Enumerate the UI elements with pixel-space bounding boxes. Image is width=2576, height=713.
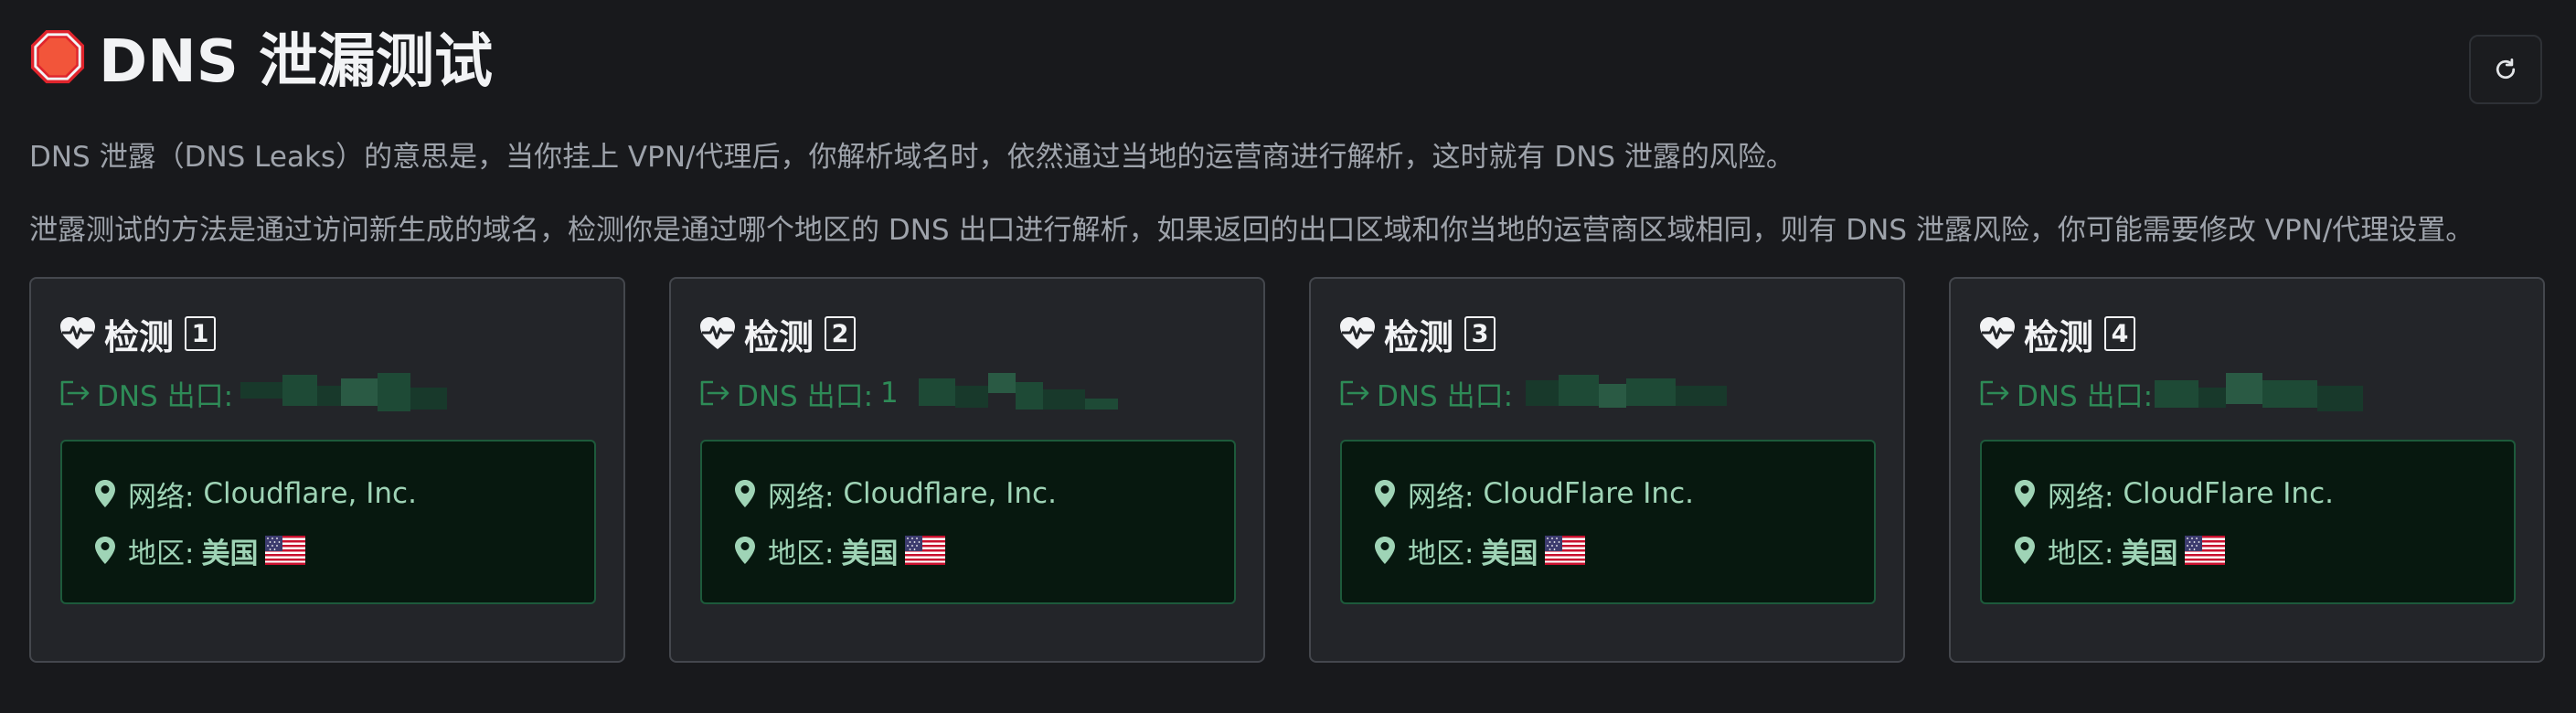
dns-exit-label: DNS 出口:: [1377, 379, 1514, 413]
region-value: 美国: [1481, 537, 1538, 570]
us-flag-icon: [265, 536, 306, 565]
network-label: 网络:: [128, 480, 195, 514]
map-pin-icon: [1375, 480, 1395, 507]
test-card-3: 检测 3 DNS 出口: 网络: CloudFlare Inc. 地区: 美国: [1309, 277, 1905, 663]
us-flag-icon: [2185, 536, 2226, 565]
dns-exit-line: DNS 出口: 1: [698, 370, 1120, 416]
network-row: 网络: CloudFlare Inc.: [2013, 473, 2334, 515]
map-pin-icon: [2015, 537, 2035, 564]
refresh-button[interactable]: [2469, 35, 2542, 104]
network-row: 网络: CloudFlare Inc.: [1373, 473, 1694, 515]
refresh-icon: [2496, 59, 2516, 80]
us-flag-icon: [905, 536, 946, 565]
exit-icon: [1340, 380, 1369, 406]
heart-pulse-icon: [700, 317, 735, 349]
description-line-2: 泄露测试的方法是通过访问新生成的域名，检测你是通过哪个地区的 DNS 出口进行解…: [29, 214, 2475, 247]
test-card-1: 检测 1 DNS 出口: 网络: Cloudflare, Inc. 地区: 美国: [29, 277, 625, 663]
exit-icon: [60, 380, 90, 406]
region-row: 地区: 美国: [2013, 529, 2226, 571]
region-label: 地区:: [2048, 537, 2114, 570]
map-pin-icon: [95, 480, 115, 507]
stop-sign-icon: [30, 29, 85, 84]
map-pin-icon: [2015, 480, 2035, 507]
heart-pulse-icon: [60, 317, 95, 349]
card-title: 检测: [744, 316, 814, 357]
card-header: 检测 2: [698, 308, 857, 359]
dns-exit-label: DNS 出口:: [97, 379, 234, 413]
heart-pulse-icon: [1980, 317, 2015, 349]
card-header: 检测 3: [1338, 308, 1496, 359]
test-card-2: 检测 2 DNS 出口: 1 网络: Cloudflare, Inc. 地区: …: [669, 277, 1265, 663]
card-title: 检测: [104, 316, 175, 357]
card-index-badge: 4: [2104, 316, 2136, 351]
dns-exit-label: DNS 出口:: [2017, 379, 2154, 413]
network-label: 网络:: [2048, 480, 2114, 514]
redacted-ip: [240, 373, 451, 413]
map-pin-icon: [735, 537, 755, 564]
region-value: 美国: [841, 537, 899, 570]
card-title: 检测: [2024, 316, 2094, 357]
network-label: 网络:: [768, 480, 835, 514]
network-value: CloudFlare Inc.: [1483, 477, 1694, 510]
description-line-1: DNS 泄露（DNS Leaks）的意思是，当你挂上 VPN/代理后，你解析域名…: [29, 141, 1794, 174]
map-pin-icon: [1375, 537, 1395, 564]
card-header: 检测 4: [1978, 308, 2136, 359]
exit-icon: [700, 380, 729, 406]
exit-icon: [1980, 380, 2009, 406]
info-box: 网络: Cloudflare, Inc. 地区: 美国: [60, 440, 596, 604]
heart-pulse-icon: [1340, 317, 1375, 349]
us-flag-icon: [1545, 536, 1586, 565]
card-index-badge: 2: [825, 316, 857, 351]
network-value: Cloudflare, Inc.: [843, 477, 1057, 510]
network-row: 网络: Cloudflare, Inc.: [93, 473, 417, 515]
dns-exit-line: DNS 出口:: [59, 370, 451, 416]
card-title: 检测: [1384, 316, 1454, 357]
dns-exit-line: DNS 出口:: [1978, 370, 2365, 416]
region-value: 美国: [201, 537, 259, 570]
card-index-badge: 3: [1464, 316, 1496, 351]
map-pin-icon: [95, 537, 115, 564]
test-card-4: 检测 4 DNS 出口: 网络: CloudFlare Inc. 地区: 美国: [1949, 277, 2545, 663]
network-value: CloudFlare Inc.: [2123, 477, 2334, 510]
page-title: DNS 泄漏测试: [99, 28, 494, 96]
region-row: 地区: 美国: [1373, 529, 1586, 571]
card-index-badge: 1: [185, 316, 217, 351]
region-label: 地区:: [768, 537, 835, 570]
redacted-ip: [918, 373, 1120, 413]
network-value: Cloudflare, Inc.: [203, 477, 417, 510]
redacted-ip: [1526, 373, 1732, 413]
region-row: 地区: 美国: [733, 529, 946, 571]
region-row: 地区: 美国: [93, 529, 306, 571]
dns-exit-visible-prefix: 1: [880, 377, 899, 410]
redacted-ip: [2155, 373, 2365, 413]
card-header: 检测 1: [59, 308, 217, 359]
map-pin-icon: [735, 480, 755, 507]
info-box: 网络: Cloudflare, Inc. 地区: 美国: [700, 440, 1236, 604]
region-value: 美国: [2121, 537, 2178, 570]
info-box: 网络: CloudFlare Inc. 地区: 美国: [1980, 440, 2516, 604]
region-label: 地区:: [128, 537, 195, 570]
dns-exit-label: DNS 出口:: [737, 379, 874, 413]
region-label: 地区:: [1408, 537, 1474, 570]
page-header: DNS 泄漏测试: [29, 24, 493, 96]
network-label: 网络:: [1408, 480, 1474, 514]
dns-exit-line: DNS 出口:: [1338, 370, 1732, 416]
info-box: 网络: CloudFlare Inc. 地区: 美国: [1340, 440, 1876, 604]
network-row: 网络: Cloudflare, Inc.: [733, 473, 1057, 515]
